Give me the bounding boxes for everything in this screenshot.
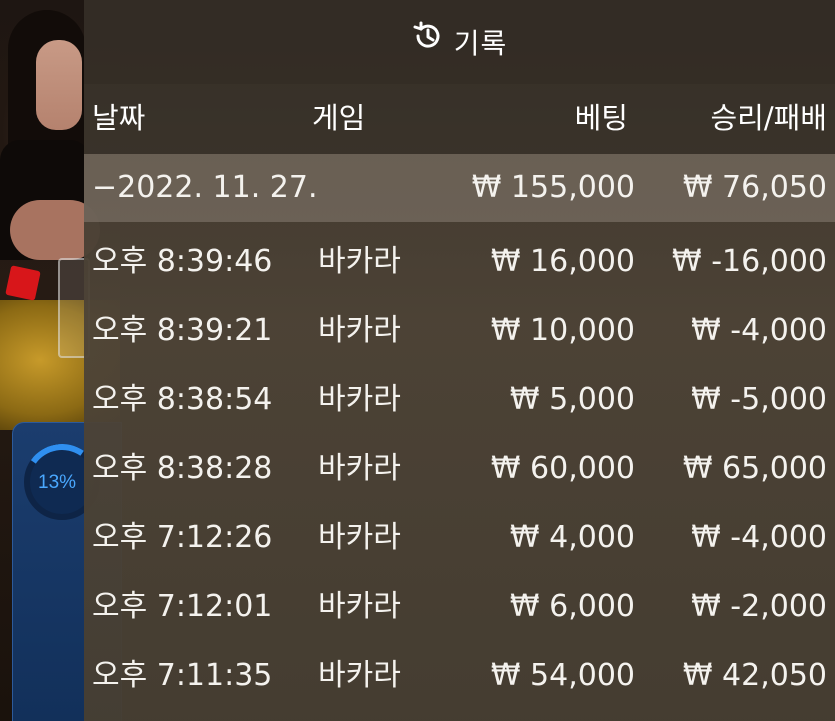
row-time: 오후 7:11:35 bbox=[92, 658, 273, 693]
row-game: 바카라 bbox=[318, 244, 401, 279]
row-result: ₩ -5,000 bbox=[691, 382, 827, 417]
summary-result-total: ₩ 76,050 bbox=[682, 170, 827, 205]
history-row[interactable]: 오후 7:12:01 바카라 ₩ 6,000 ₩ -2,000 bbox=[84, 573, 835, 642]
row-game: 바카라 bbox=[318, 313, 401, 348]
row-time: 오후 8:39:21 bbox=[92, 313, 273, 348]
row-bet: ₩ 5,000 bbox=[509, 382, 635, 417]
summary-date: −2022. 11. 27. bbox=[92, 170, 318, 205]
row-time: 오후 8:38:54 bbox=[92, 382, 273, 417]
row-result: ₩ -16,000 bbox=[672, 244, 827, 279]
row-time: 오후 8:38:28 bbox=[92, 451, 273, 486]
history-row[interactable]: 오후 8:39:46 바카라 ₩ 16,000 ₩ -16,000 bbox=[84, 228, 835, 297]
column-header-date: 날짜 bbox=[92, 101, 146, 135]
row-game: 바카라 bbox=[318, 520, 401, 555]
history-row[interactable]: 오후 8:38:28 바카라 ₩ 60,000 ₩ 65,000 bbox=[84, 435, 835, 504]
row-bet: ₩ 60,000 bbox=[490, 451, 635, 486]
history-header: 기록 bbox=[84, 0, 835, 84]
history-row[interactable]: 오후 8:38:54 바카라 ₩ 5,000 ₩ -5,000 bbox=[84, 366, 835, 435]
column-header-game: 게임 bbox=[312, 101, 366, 135]
dealer-face bbox=[36, 40, 82, 130]
row-game: 바카라 bbox=[318, 382, 401, 417]
row-result: ₩ 42,050 bbox=[682, 658, 827, 693]
column-header-bet: 베팅 bbox=[574, 101, 628, 135]
row-result: ₩ -2,000 bbox=[691, 589, 827, 624]
history-row[interactable]: 오후 7:11:35 바카라 ₩ 54,000 ₩ 42,050 bbox=[84, 642, 835, 711]
history-row[interactable]: 오후 8:39:21 바카라 ₩ 10,000 ₩ -4,000 bbox=[84, 297, 835, 366]
history-title-text: 기록 bbox=[453, 27, 508, 60]
red-card-marker bbox=[5, 265, 41, 301]
row-game: 바카라 bbox=[318, 451, 401, 486]
progress-percent-label: 13% bbox=[38, 472, 77, 493]
row-result: ₩ -4,000 bbox=[691, 520, 827, 555]
row-result: ₩ -4,000 bbox=[691, 313, 827, 348]
row-bet: ₩ 4,000 bbox=[509, 520, 635, 555]
row-bet: ₩ 16,000 bbox=[490, 244, 635, 279]
game-screen: 13% 기록 날짜 게임 베팅 승리/패배 −2022. 11. 27. ₩ 1… bbox=[0, 0, 835, 721]
row-game: 바카라 bbox=[318, 658, 401, 693]
row-time: 오후 8:39:46 bbox=[92, 244, 273, 279]
history-title: 기록 bbox=[84, 20, 835, 62]
date-summary-row[interactable]: −2022. 11. 27. ₩ 155,000 ₩ 76,050 bbox=[84, 154, 835, 222]
row-time: 오후 7:12:26 bbox=[92, 520, 273, 555]
history-panel: 기록 날짜 게임 베팅 승리/패배 −2022. 11. 27. ₩ 155,0… bbox=[84, 0, 835, 721]
history-clock-icon bbox=[412, 20, 444, 59]
summary-bet-total: ₩ 155,000 bbox=[471, 170, 635, 205]
row-bet: ₩ 54,000 bbox=[490, 658, 635, 693]
row-result: ₩ 65,000 bbox=[682, 451, 827, 486]
row-bet: ₩ 6,000 bbox=[509, 589, 635, 624]
column-header-result: 승리/패배 bbox=[710, 101, 828, 135]
history-row[interactable]: 오후 7:12:26 바카라 ₩ 4,000 ₩ -4,000 bbox=[84, 504, 835, 573]
row-game: 바카라 bbox=[318, 589, 401, 624]
row-time: 오후 7:12:01 bbox=[92, 589, 273, 624]
row-bet: ₩ 10,000 bbox=[490, 313, 635, 348]
